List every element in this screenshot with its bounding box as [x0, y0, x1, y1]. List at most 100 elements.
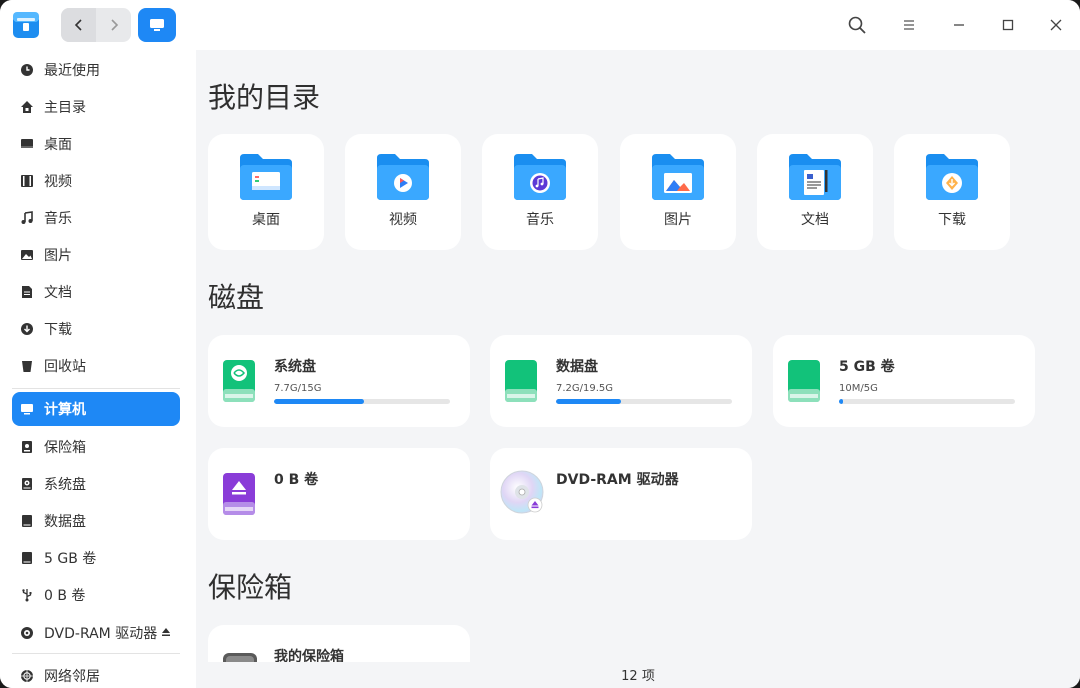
disk-usage-fill — [839, 399, 843, 404]
sidebar-divider — [12, 653, 180, 654]
disk-icon — [19, 550, 35, 566]
sidebar-item-data-disk[interactable]: 数据盘 — [12, 504, 180, 538]
dir-card-downloads[interactable]: 下载 — [894, 134, 1010, 250]
search-icon[interactable] — [845, 13, 869, 37]
sidebar-item-label: 回收站 — [44, 359, 86, 375]
disk-size: 10M/5G — [839, 383, 878, 394]
dir-card-documents[interactable]: 文档 — [757, 134, 873, 250]
section-title-vault: 保险箱 — [208, 571, 293, 604]
sidebar-item-label: 图片 — [44, 248, 72, 264]
vault-card[interactable]: 我的保险箱 — [208, 625, 470, 667]
dir-card-label: 图片 — [664, 212, 692, 228]
disk-card-system[interactable]: 系统盘 7.7G/15G — [208, 335, 470, 427]
sidebar-item-recent[interactable]: 最近使用 — [12, 53, 180, 87]
sidebar-item-documents[interactable]: 文档 — [12, 275, 180, 309]
sidebar-item-downloads[interactable]: 下载 — [12, 312, 180, 346]
sidebar-item-label: 计算机 — [44, 402, 86, 418]
disk-name: 数据盘 — [556, 359, 598, 375]
sidebar-item-0b-volume[interactable]: 0 B 卷 — [12, 578, 180, 612]
video-icon — [19, 173, 35, 189]
file-manager-window: 最近使用 主目录 桌面 视频 音乐 图片 文档 下载 回收站 计算机 保险箱 系… — [0, 0, 1080, 688]
disk-card-dvd-ram[interactable]: DVD-RAM 驱动器 — [490, 448, 752, 540]
status-bar: 12 项 — [196, 662, 1080, 688]
sidebar-item-network[interactable]: 网络邻居 — [12, 659, 180, 688]
download-icon — [19, 321, 35, 337]
document-icon — [19, 284, 35, 300]
videos-folder-icon — [377, 154, 429, 200]
sidebar-item-vault[interactable]: 保险箱 — [12, 430, 180, 464]
sidebar-item-label: 下载 — [44, 322, 72, 338]
sidebar-item-home[interactable]: 主目录 — [12, 90, 180, 124]
main-content: 我的目录 桌面 视频 音乐 图片 文档 下载 磁盘 系统盘 7.7G/15G 数… — [196, 50, 1080, 688]
system-disk-icon — [223, 360, 255, 402]
network-icon — [19, 668, 35, 684]
disk-card-0b[interactable]: 0 B 卷 — [208, 448, 470, 540]
music-icon — [19, 210, 35, 226]
dir-card-label: 音乐 — [526, 212, 554, 228]
clock-icon — [19, 62, 35, 78]
sidebar-item-label: 桌面 — [44, 137, 72, 153]
dir-card-videos[interactable]: 视频 — [345, 134, 461, 250]
sidebar-item-pictures[interactable]: 图片 — [12, 238, 180, 272]
eject-icon[interactable] — [160, 626, 172, 642]
sidebar-item-music[interactable]: 音乐 — [12, 201, 180, 235]
disk-name: DVD-RAM 驱动器 — [556, 472, 679, 488]
sidebar-item-5gb-volume[interactable]: 5 GB 卷 — [12, 541, 180, 575]
sidebar-item-computer[interactable]: 计算机 — [12, 392, 180, 426]
disk-name: 5 GB 卷 — [839, 359, 895, 375]
disk-size: 7.2G/19.5G — [556, 383, 614, 394]
documents-folder-icon — [789, 154, 841, 200]
dir-card-label: 视频 — [389, 212, 417, 228]
sidebar-item-label: 文档 — [44, 285, 72, 301]
sidebar-item-label: 网络邻居 — [44, 669, 100, 685]
navigation-buttons — [61, 8, 131, 42]
usb-icon — [19, 587, 35, 603]
sidebar-item-label: DVD-RAM 驱动器 — [44, 626, 158, 642]
dir-card-pictures[interactable]: 图片 — [620, 134, 736, 250]
sidebar-item-label: 主目录 — [44, 100, 86, 116]
maximize-icon[interactable] — [996, 13, 1020, 37]
optical-disc-icon — [500, 470, 544, 514]
sidebar-item-dvd-ram[interactable]: DVD-RAM 驱动器 — [12, 616, 180, 650]
sidebar-item-label: 系统盘 — [44, 477, 86, 493]
volume-disk-icon — [788, 360, 820, 402]
sidebar-item-label: 5 GB 卷 — [44, 551, 97, 567]
chevron-left-icon — [74, 19, 82, 31]
section-title-my-directories: 我的目录 — [208, 81, 321, 114]
sidebar-item-label: 音乐 — [44, 211, 72, 227]
back-button[interactable] — [61, 8, 96, 42]
sidebar-item-desktop[interactable]: 桌面 — [12, 127, 180, 161]
home-icon — [19, 99, 35, 115]
dir-card-desktop[interactable]: 桌面 — [208, 134, 324, 250]
picture-icon — [19, 247, 35, 263]
removable-disk-icon — [223, 473, 255, 515]
dir-card-label: 下载 — [938, 212, 966, 228]
data-disk-icon — [505, 360, 537, 402]
sidebar-item-videos[interactable]: 视频 — [12, 164, 180, 198]
sidebar: 最近使用 主目录 桌面 视频 音乐 图片 文档 下载 回收站 计算机 保险箱 系… — [0, 50, 196, 688]
forward-button[interactable] — [96, 8, 131, 42]
music-folder-icon — [514, 154, 566, 200]
disk-icon — [19, 513, 35, 529]
sidebar-item-label: 最近使用 — [44, 63, 100, 79]
close-icon[interactable] — [1044, 13, 1068, 37]
disk-usage-bar — [274, 399, 450, 404]
disk-usage-bar — [556, 399, 732, 404]
sidebar-divider — [12, 388, 180, 389]
disk-card-5gb[interactable]: 5 GB 卷 10M/5G — [773, 335, 1035, 427]
disk-name: 系统盘 — [274, 359, 316, 375]
dir-card-music[interactable]: 音乐 — [482, 134, 598, 250]
disk-name: 0 B 卷 — [274, 472, 319, 488]
disk-size: 7.7G/15G — [274, 383, 322, 394]
menu-icon[interactable] — [897, 13, 921, 37]
disk-icon — [19, 476, 35, 492]
sidebar-item-system-disk[interactable]: 系统盘 — [12, 467, 180, 501]
minimize-icon[interactable] — [947, 13, 971, 37]
disk-usage-fill — [274, 399, 364, 404]
chevron-right-icon — [110, 19, 118, 31]
view-mode-button[interactable] — [138, 8, 176, 42]
sidebar-item-trash[interactable]: 回收站 — [12, 349, 180, 383]
monitor-icon — [150, 19, 164, 31]
disk-card-data[interactable]: 数据盘 7.2G/19.5G — [490, 335, 752, 427]
trash-icon — [19, 358, 35, 374]
